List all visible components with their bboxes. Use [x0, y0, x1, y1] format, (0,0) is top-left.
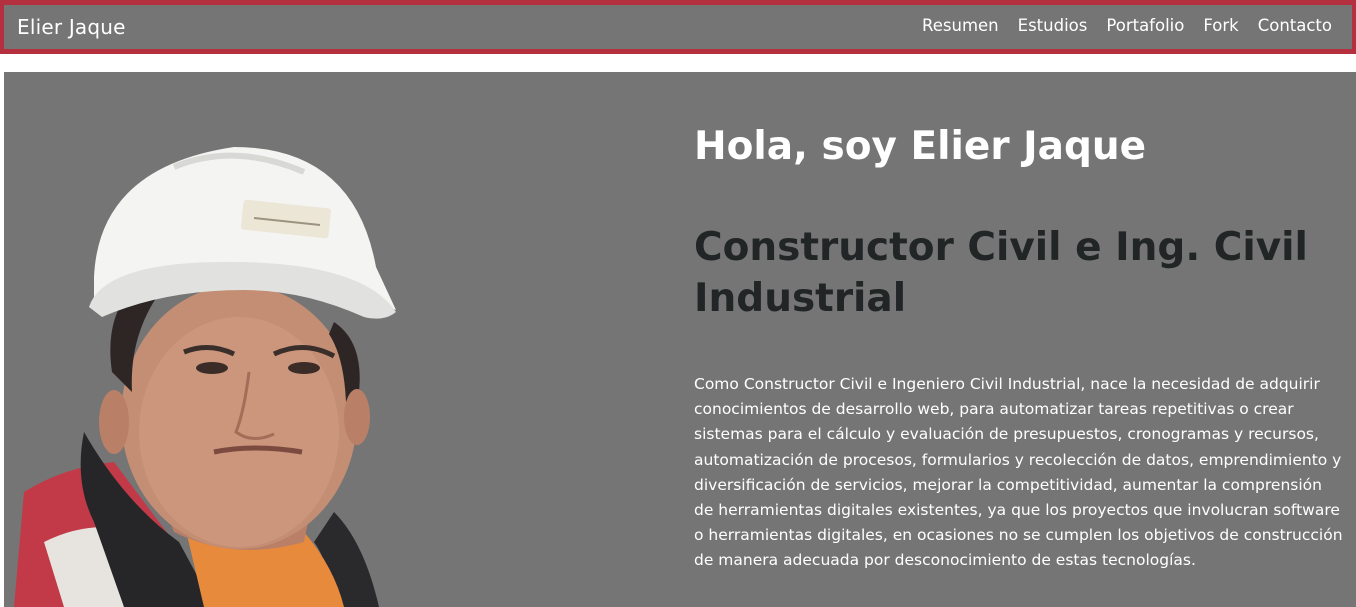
profession-heading: Constructor Civil e Ing. Civil Industria… — [694, 225, 1308, 321]
nav-link-resumen[interactable]: Resumen — [922, 16, 999, 35]
brand-link[interactable]: Elier Jaque — [17, 15, 126, 39]
profile-photo — [14, 147, 396, 607]
greeting-heading: Hola, soy Elier Jaque — [694, 124, 1147, 169]
top-navbar: Elier Jaque Resumen Estudios Portafolio … — [0, 0, 1356, 54]
nav-links: Resumen Estudios Portafolio Fork Contact… — [922, 16, 1332, 35]
nav-link-contacto[interactable]: Contacto — [1258, 16, 1332, 35]
hero-section: Hola, soy Elier Jaque Constructor Civil … — [4, 72, 1356, 607]
nav-link-estudios[interactable]: Estudios — [1018, 16, 1088, 35]
nav-link-portafolio[interactable]: Portafolio — [1106, 16, 1184, 35]
bio-paragraph: Como Constructor Civil e Ingeniero Civil… — [694, 375, 1343, 570]
nav-link-fork[interactable]: Fork — [1203, 16, 1238, 35]
